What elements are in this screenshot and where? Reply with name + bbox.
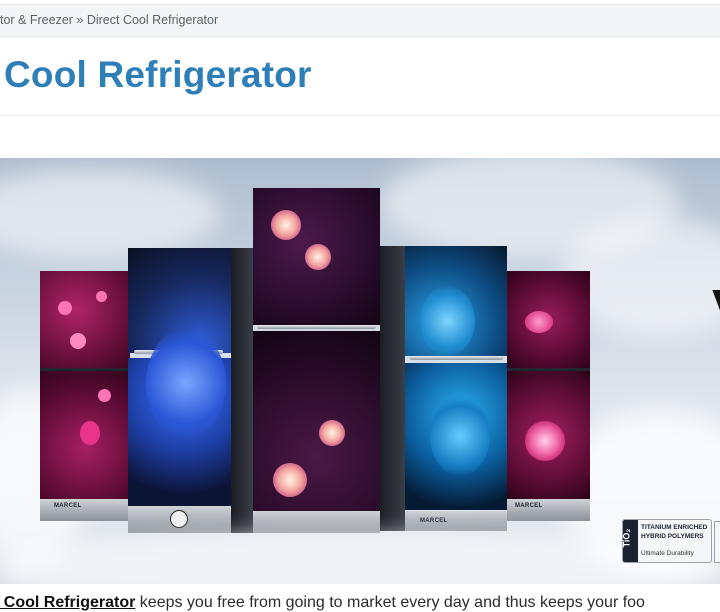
fridge-magenta-left: MARCEL <box>40 271 130 521</box>
fridge-blue-lily: MARCEL <box>380 246 507 531</box>
titanium-polymer-badge: TiO₂ TITANIUM ENRICHED HYBRID POLYMERS U… <box>622 519 712 563</box>
breadcrumb[interactable]: tor & Freezer » Direct Cool Refrigerator <box>0 13 218 27</box>
breadcrumb-bar: tor & Freezer » Direct Cool Refrigerator <box>0 4 720 37</box>
badge-line-2: HYBRID POLYMERS <box>641 533 704 540</box>
brand-logo: MARCEL <box>420 518 448 524</box>
badge-line-1: TITANIUM ENRICHED <box>641 524 708 531</box>
fridge-magenta-right: MARCEL <box>507 271 590 521</box>
intro-bold-link[interactable]: t Cool Refrigerator <box>0 594 135 611</box>
fridge-purple-floral-center <box>253 188 380 533</box>
intro-paragraph: t Cool Refrigerator keeps you free from … <box>0 594 720 612</box>
brand-logo: MARCEL <box>54 503 82 509</box>
next-badge-edge <box>714 521 720 563</box>
banner-heading-fragment: V <box>712 282 720 336</box>
badge-line-3: Ultimate Durability <box>641 550 694 557</box>
brand-logo: MARCEL <box>515 503 543 509</box>
fridge-blue-lotus <box>128 248 253 533</box>
title-divider <box>0 115 720 116</box>
page-title: Cool Refrigerator <box>4 54 312 95</box>
product-banner-image: MARCEL MARCEL MARCEL <box>0 158 720 584</box>
tio2-symbol: TiO₂ <box>622 528 632 548</box>
intro-text: keeps you free from going to market ever… <box>135 594 645 611</box>
